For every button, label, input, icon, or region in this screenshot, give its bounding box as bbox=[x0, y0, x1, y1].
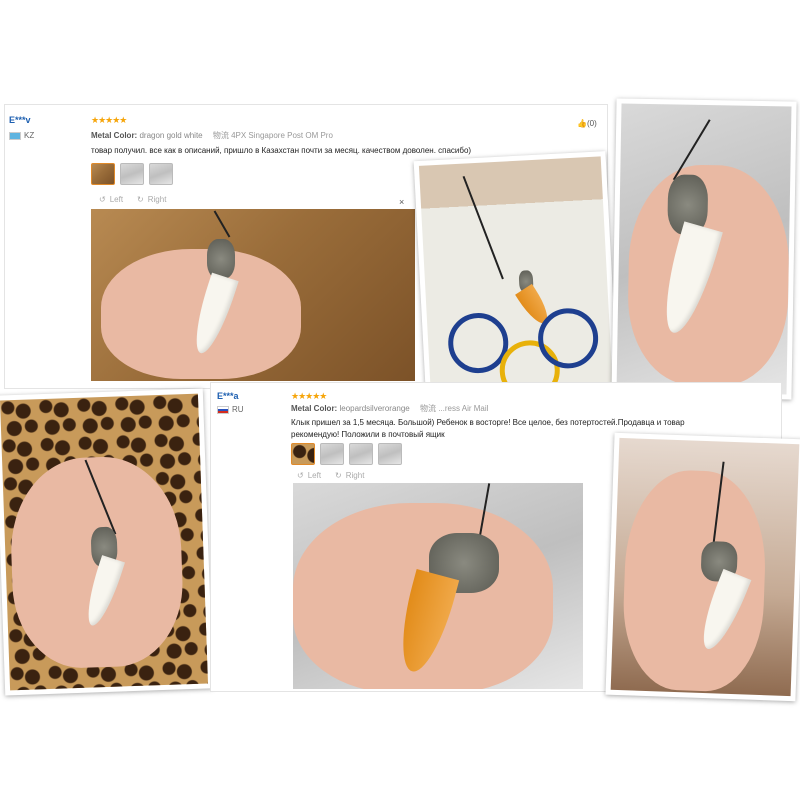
photo-thumbnail[interactable] bbox=[320, 443, 344, 465]
photo-hand-right[interactable] bbox=[616, 103, 792, 395]
rotate-left-icon[interactable]: ↺ bbox=[99, 195, 106, 204]
photo-thumbnail[interactable] bbox=[291, 443, 315, 465]
cord bbox=[213, 210, 231, 238]
reviewer-name[interactable]: E***v bbox=[9, 115, 31, 125]
metal-color-value: dragon gold white bbox=[139, 131, 203, 140]
rotate-right-label[interactable]: Right bbox=[148, 195, 167, 204]
thumbs-up-icon: 👍 bbox=[577, 119, 587, 128]
kz-flag-icon bbox=[9, 131, 21, 140]
ru-flag-icon bbox=[217, 405, 229, 414]
photo-hand-right-frame bbox=[611, 98, 797, 400]
like-button[interactable]: 👍(0) bbox=[577, 119, 597, 128]
rotate-left-icon[interactable]: ↺ bbox=[297, 471, 304, 480]
rotate-right-icon[interactable]: ↻ bbox=[335, 471, 342, 480]
photo-thumbnail[interactable] bbox=[120, 163, 144, 185]
shipping-method: 物流 ...ress Air Mail bbox=[419, 404, 489, 413]
photo-leopard[interactable] bbox=[0, 393, 209, 691]
shipping-method: 物流 4PX Singapore Post OM Pro bbox=[212, 131, 333, 140]
metal-color-value: leopardsilverorange bbox=[339, 404, 410, 413]
review-meta: Metal Color: leopardsilverorange 物流 ...r… bbox=[291, 403, 488, 414]
photo-tshirt-frame bbox=[413, 151, 619, 409]
photo-thumbnails bbox=[291, 443, 402, 465]
photo-thumbnails bbox=[91, 163, 173, 185]
photo-thumbnail[interactable] bbox=[349, 443, 373, 465]
photo-room-frame bbox=[605, 432, 800, 702]
rotate-controls: ↺ Left ↻ Right bbox=[99, 195, 166, 204]
close-icon[interactable]: × bbox=[399, 197, 404, 207]
photo-leopard-frame bbox=[0, 388, 214, 696]
photo-tshirt[interactable] bbox=[418, 156, 614, 404]
reviewer-country: KZ bbox=[9, 131, 34, 140]
review-meta: Metal Color: dragon gold white 物流 4PX Si… bbox=[91, 130, 333, 141]
rotate-left-label[interactable]: Left bbox=[308, 471, 321, 480]
review-photo-main[interactable] bbox=[91, 209, 415, 381]
rotate-right-label[interactable]: Right bbox=[346, 471, 365, 480]
photo-thumbnail[interactable] bbox=[149, 163, 173, 185]
photo-thumbnail[interactable] bbox=[378, 443, 402, 465]
metal-color-label: Metal Color: bbox=[91, 131, 138, 140]
rotate-left-label[interactable]: Left bbox=[110, 195, 123, 204]
rating-stars: ★★★★★ bbox=[91, 115, 127, 125]
metal-color-label: Metal Color: bbox=[291, 404, 338, 413]
photo-thumbnail[interactable] bbox=[91, 163, 115, 185]
review-photo-main[interactable] bbox=[293, 483, 583, 689]
like-count: (0) bbox=[586, 119, 597, 128]
photo-room[interactable] bbox=[610, 437, 800, 697]
country-code: RU bbox=[232, 405, 244, 414]
reviewer-country: RU bbox=[217, 405, 244, 414]
rotate-controls: ↺ Left ↻ Right bbox=[297, 471, 364, 480]
cord bbox=[462, 175, 504, 280]
country-code: KZ bbox=[24, 131, 35, 140]
rating-stars: ★★★★★ bbox=[291, 391, 327, 401]
rotate-right-icon[interactable]: ↻ bbox=[137, 195, 144, 204]
reviewer-name[interactable]: E***a bbox=[217, 391, 239, 401]
